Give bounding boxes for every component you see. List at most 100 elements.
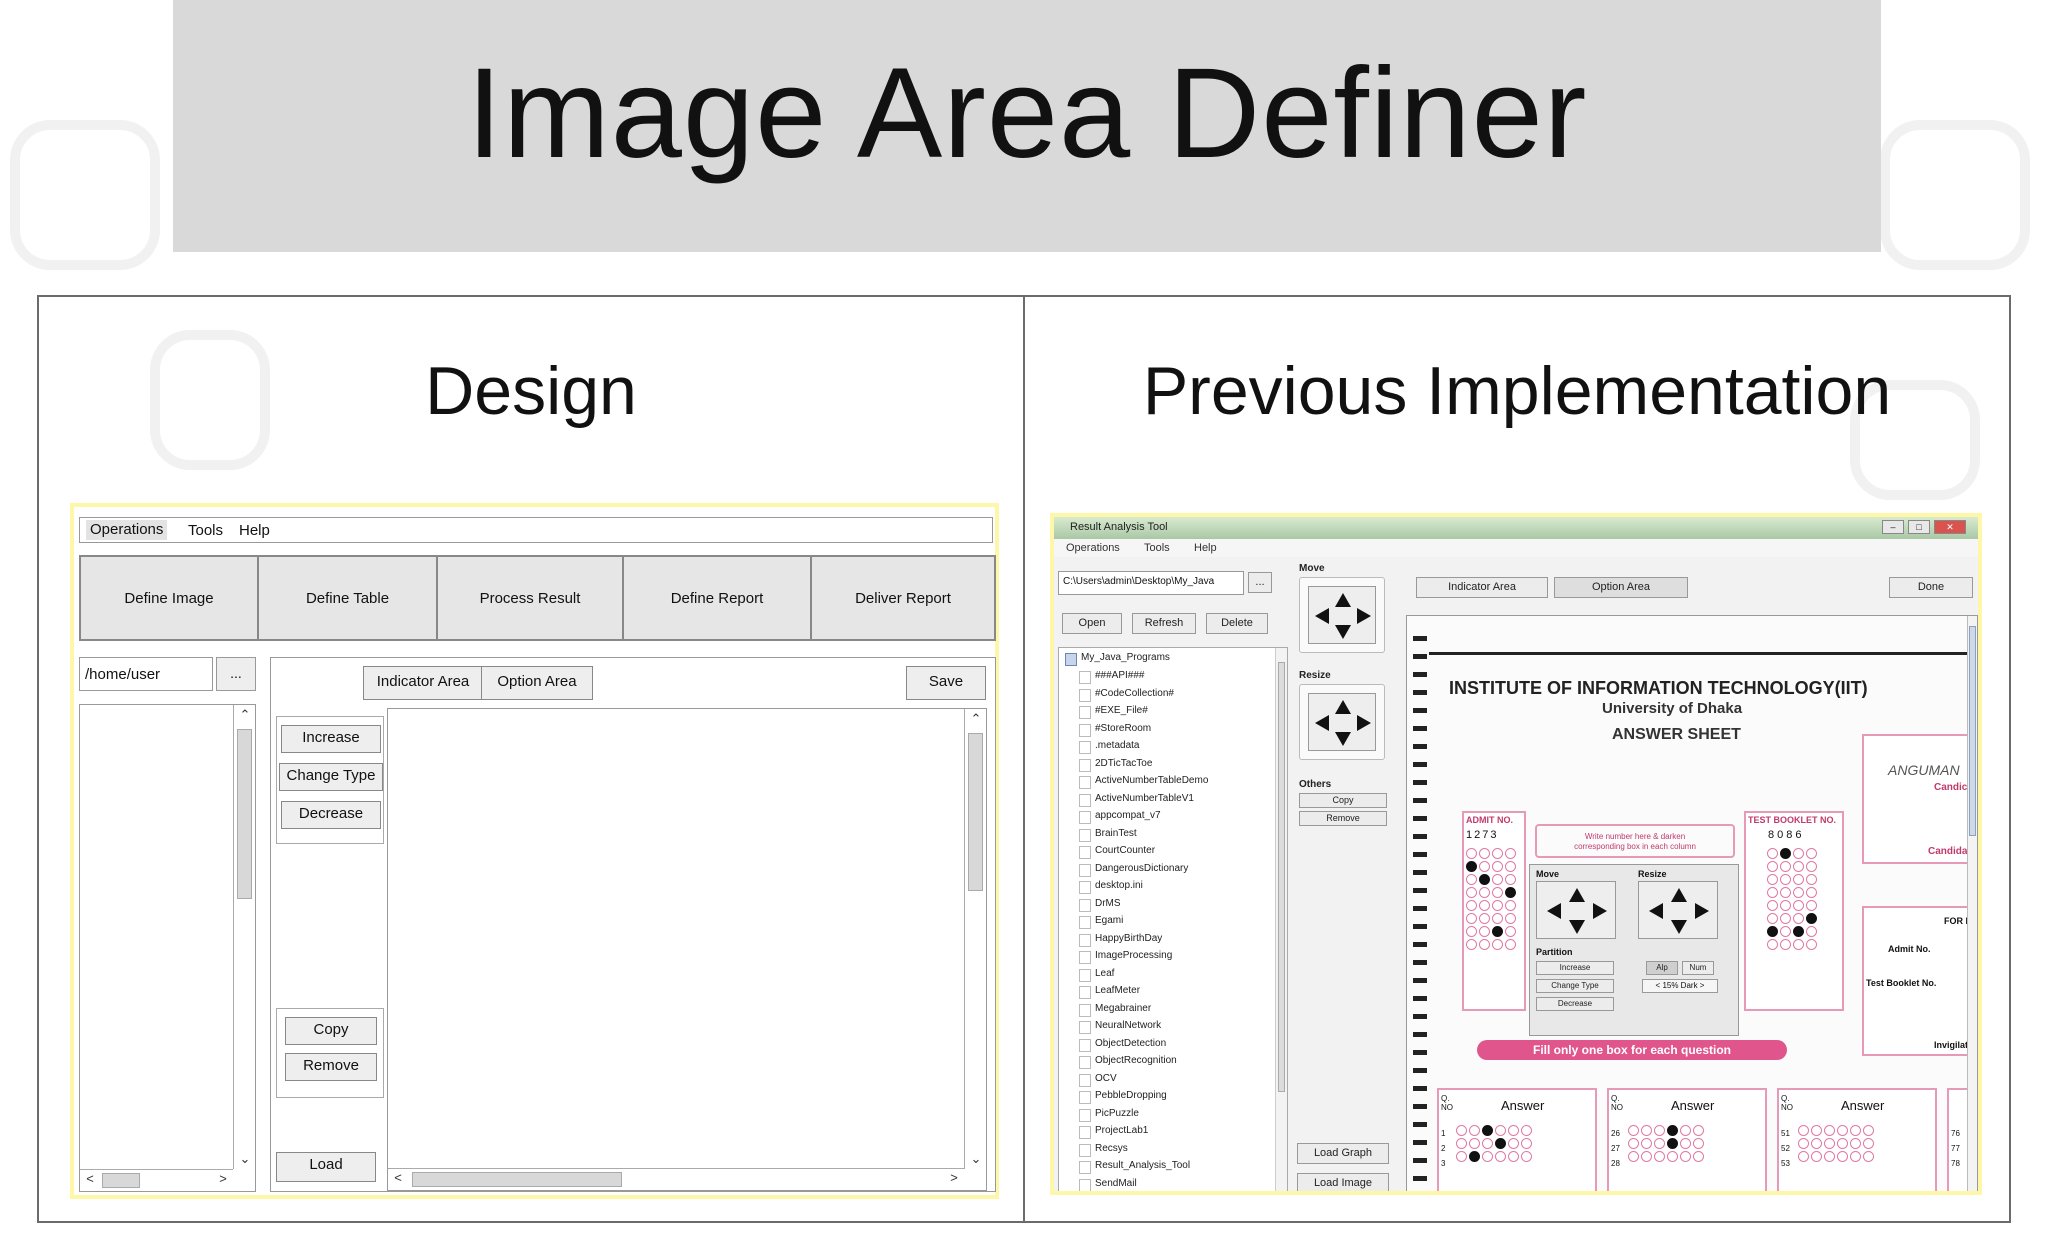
tab-process-result[interactable]: Process Result <box>436 555 624 641</box>
change-type-button[interactable]: Change Type <box>279 763 383 791</box>
refresh-button[interactable]: Refresh <box>1132 613 1196 634</box>
tree-item[interactable]: BrainTest <box>1079 828 1137 842</box>
remove-button[interactable]: Remove <box>1299 811 1387 826</box>
browse-button[interactable]: ... <box>1248 572 1272 593</box>
scroll-left-icon[interactable]: < <box>80 1171 100 1186</box>
delete-button[interactable]: Delete <box>1206 613 1268 634</box>
overlay-change-type-button[interactable]: Change Type <box>1536 979 1614 993</box>
tree-item[interactable]: PicPuzzle <box>1079 1108 1139 1122</box>
tree-item[interactable]: ProjectLab1 <box>1078 1125 1148 1139</box>
tree-item[interactable]: ObjectRecognition <box>1079 1055 1177 1069</box>
maximize-icon[interactable]: □ <box>1908 520 1930 534</box>
load-button[interactable]: Load <box>276 1152 376 1182</box>
tree-item[interactable]: appcompat_v7 <box>1079 810 1161 824</box>
scroll-thumb[interactable] <box>412 1172 622 1187</box>
answer-sheet-image[interactable]: INSTITUTE OF INFORMATION TECHNOLOGY(IIT)… <box>1406 615 1978 1191</box>
scroll-thumb[interactable] <box>102 1173 140 1188</box>
alpha-mode-button[interactable]: Alp <box>1646 961 1678 975</box>
resize-pad[interactable] <box>1299 684 1385 760</box>
tree-item[interactable]: Egami <box>1078 915 1123 929</box>
option-area-button[interactable]: Option Area <box>481 666 593 700</box>
browse-button[interactable]: ... <box>216 657 256 691</box>
scroll-thumb[interactable] <box>1969 626 1976 836</box>
overlay-increase-button[interactable]: Increase <box>1536 961 1614 975</box>
menu-tools[interactable]: Tools <box>1144 542 1170 554</box>
move-pad[interactable] <box>1299 577 1385 653</box>
tree-item[interactable]: desktop.ini <box>1079 880 1143 894</box>
open-button[interactable]: Open <box>1062 613 1122 634</box>
copy-button[interactable]: Copy <box>1299 793 1387 808</box>
tree-item[interactable]: DangerousDictionary <box>1078 863 1188 877</box>
scroll-right-icon[interactable]: > <box>213 1171 233 1186</box>
tree-item[interactable]: Megabrainer <box>1078 1003 1151 1017</box>
tab-define-image[interactable]: Define Image <box>79 555 259 641</box>
sheet-vertical-scrollbar[interactable] <box>1967 616 1977 1191</box>
tab-deliver-report[interactable]: Deliver Report <box>810 555 996 641</box>
overlay-move-arrows-icon[interactable] <box>1536 881 1616 939</box>
scroll-thumb[interactable] <box>1278 662 1285 1092</box>
tree-item[interactable]: Leaf <box>1078 968 1114 982</box>
canvas-horizontal-scrollbar[interactable]: < > <box>388 1168 964 1190</box>
copy-button[interactable]: Copy <box>285 1017 377 1045</box>
tree-item[interactable]: ActiveNumberTableV1 <box>1079 793 1194 807</box>
tree-item[interactable]: ImageProcessing <box>1078 950 1172 964</box>
tree-item[interactable]: LeafMeter <box>1078 985 1140 999</box>
tree-item[interactable]: ObjectDetection <box>1078 1038 1166 1052</box>
minimize-icon[interactable]: – <box>1882 520 1904 534</box>
tree-item[interactable]: HappyBirthDay <box>1078 933 1162 947</box>
tree-item[interactable]: DrMS <box>1079 898 1121 912</box>
file-list[interactable]: ⌃ ⌄ < > <box>79 704 256 1192</box>
tree-item[interactable]: Recsys <box>1079 1143 1128 1157</box>
project-tree[interactable]: My_Java_Programs ###API### #CodeCollecti… <box>1058 647 1288 1191</box>
overlay-decrease-button[interactable]: Decrease <box>1536 997 1614 1011</box>
load-graph-button[interactable]: Load Graph <box>1297 1143 1389 1164</box>
menu-help[interactable]: Help <box>1194 542 1217 554</box>
tab-define-report[interactable]: Define Report <box>622 555 812 641</box>
scroll-right-icon[interactable]: > <box>944 1170 964 1185</box>
save-button[interactable]: Save <box>906 666 986 700</box>
number-mode-button[interactable]: Num <box>1682 961 1714 975</box>
tab-define-table[interactable]: Define Table <box>257 555 438 641</box>
tree-item[interactable]: ActiveNumberTableDemo <box>1078 775 1208 789</box>
overlay-resize-arrows-icon[interactable] <box>1638 881 1718 939</box>
darkness-spinner[interactable]: < 15% Dark > <box>1642 979 1718 993</box>
tree-item[interactable]: #CodeCollection# <box>1079 688 1174 702</box>
increase-button[interactable]: Increase <box>281 725 381 753</box>
menu-tools[interactable]: Tools <box>188 522 223 539</box>
tree-item[interactable]: Result_Analysis_Tool <box>1078 1160 1190 1174</box>
done-button[interactable]: Done <box>1889 577 1973 598</box>
tree-item-root[interactable]: My_Java_Programs <box>1065 652 1170 666</box>
tree-item[interactable]: PebbleDropping <box>1079 1090 1167 1104</box>
file-list-horizontal-scrollbar[interactable]: < > <box>80 1169 233 1191</box>
scroll-up-icon[interactable]: ⌃ <box>966 711 986 727</box>
tree-item[interactable]: #EXE_File# <box>1079 705 1148 719</box>
scroll-down-icon[interactable]: ⌄ <box>235 1151 255 1167</box>
scroll-down-icon[interactable]: ⌄ <box>966 1151 986 1167</box>
tree-item[interactable]: OCV <box>1079 1073 1117 1087</box>
path-input[interactable]: /home/user <box>79 657 213 691</box>
menu-help[interactable]: Help <box>239 522 270 539</box>
tree-scrollbar[interactable] <box>1275 648 1287 1191</box>
load-image-button[interactable]: Load Image <box>1297 1173 1389 1191</box>
spinner-left-icon[interactable]: < <box>1656 981 1661 990</box>
tree-item[interactable]: #StoreRoom <box>1078 723 1151 737</box>
menu-operations[interactable]: Operations <box>1066 542 1120 554</box>
resize-arrows-icon[interactable] <box>1308 693 1376 751</box>
tree-item[interactable]: CourtCounter <box>1078 845 1155 859</box>
option-area-button[interactable]: Option Area <box>1554 577 1688 598</box>
indicator-area-button[interactable]: Indicator Area <box>1416 577 1548 598</box>
tree-item[interactable]: 2DTicTacToe <box>1078 758 1152 772</box>
spinner-right-icon[interactable]: > <box>1700 981 1705 990</box>
image-canvas[interactable]: ⌃ ⌄ < > <box>387 708 987 1191</box>
tree-item[interactable]: SendMail <box>1079 1178 1137 1191</box>
scroll-thumb[interactable] <box>968 733 983 891</box>
path-input[interactable]: C:\Users\admin\Desktop\My_Java <box>1058 571 1244 595</box>
scroll-up-icon[interactable]: ⌃ <box>235 707 255 723</box>
tree-item[interactable]: .metadata <box>1078 740 1139 754</box>
tree-item[interactable]: ###API### <box>1079 670 1145 684</box>
close-icon[interactable]: ✕ <box>1934 520 1966 534</box>
menu-operations[interactable]: Operations <box>86 520 168 540</box>
file-list-vertical-scrollbar[interactable]: ⌃ ⌄ <box>233 705 255 1169</box>
indicator-area-button[interactable]: Indicator Area <box>363 666 483 700</box>
decrease-button[interactable]: Decrease <box>281 801 381 829</box>
